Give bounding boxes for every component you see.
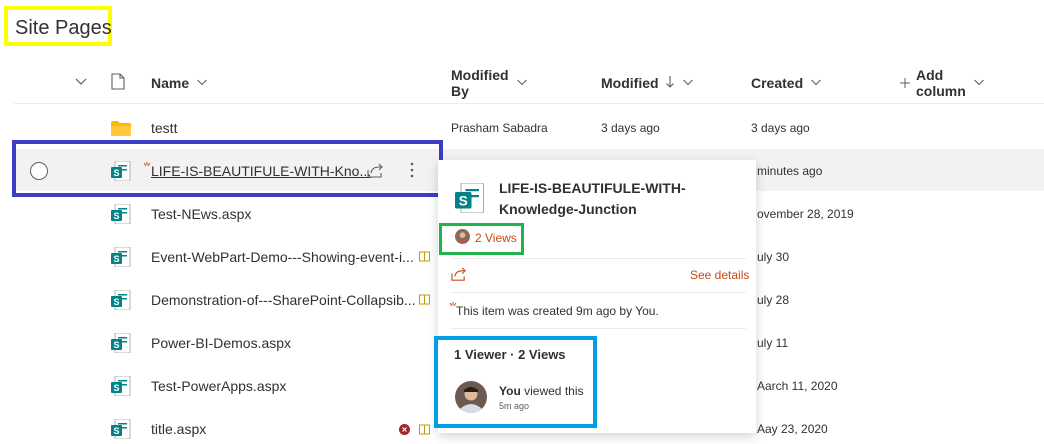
row-select-radio[interactable] xyxy=(29,161,49,186)
row-modified: 3 days ago xyxy=(601,121,660,135)
card-title[interactable]: LIFE-IS-BEAUTIFULE-WITH-Knowledge-Juncti… xyxy=(499,178,719,220)
row-name[interactable]: Test-PowerApps.aspx xyxy=(151,378,286,394)
viewer-time: 5m ago xyxy=(499,401,530,411)
share-icon[interactable] xyxy=(367,162,384,184)
checked-out-book-icon xyxy=(419,249,430,267)
avatar xyxy=(455,229,470,249)
see-details-link[interactable]: See details xyxy=(690,268,749,282)
svg-text:S: S xyxy=(113,297,119,307)
column-header-name[interactable]: Name xyxy=(151,66,208,100)
sharepoint-page-icon: S xyxy=(111,203,131,229)
row-created: uly 28 xyxy=(757,293,790,307)
row-created: minutes ago xyxy=(757,164,823,178)
folder-icon xyxy=(111,121,131,136)
plus-icon xyxy=(900,75,910,91)
row-name[interactable]: title.aspx xyxy=(151,421,206,437)
row-name[interactable]: Event-WebPart-Demo---Showing-event-i... xyxy=(151,249,414,265)
column-header-modified-label: Modified xyxy=(601,75,659,91)
svg-text:S: S xyxy=(113,383,119,393)
card-divider xyxy=(450,328,746,329)
row-name[interactable]: Test-NEws.aspx xyxy=(151,206,251,222)
chevron-down-icon xyxy=(196,75,208,91)
chevron-down-icon xyxy=(810,75,822,91)
row-name[interactable]: Demonstration-of---SharePoint-Collapsib.… xyxy=(151,292,416,308)
column-header-created-label: Created xyxy=(751,75,804,91)
svg-text:S: S xyxy=(113,211,119,221)
page-title: Site Pages xyxy=(15,17,112,39)
card-divider xyxy=(450,258,746,259)
sort-descending-icon xyxy=(665,75,675,92)
checked-out-book-icon xyxy=(419,292,430,310)
svg-text:S: S xyxy=(113,254,119,264)
svg-text:S: S xyxy=(113,426,119,436)
row-created: Aay 23, 2020 xyxy=(757,422,828,436)
row-created: uly 30 xyxy=(757,250,790,264)
card-divider xyxy=(450,292,746,293)
row-created: 3 days ago xyxy=(751,121,810,135)
sharepoint-page-icon: S xyxy=(111,160,131,186)
row-name-link[interactable]: LIFE-IS-BEAUTIFULE-WITH-Kno... xyxy=(151,163,371,179)
row-name[interactable]: testt xyxy=(151,120,177,136)
chevron-down-icon xyxy=(973,75,985,91)
viewer-name: You xyxy=(499,384,521,398)
column-header-created[interactable]: Created xyxy=(751,66,822,100)
row-created: Aarch 11, 2020 xyxy=(757,379,838,393)
column-header-name-label: Name xyxy=(151,75,190,91)
viewer-action: viewed this xyxy=(524,384,584,398)
viewer-stats[interactable]: 1 Viewer · 2 Views xyxy=(454,347,566,362)
sharepoint-page-icon: S xyxy=(111,418,131,444)
row-modified-by[interactable]: Prasham Sabadra xyxy=(451,121,548,135)
svg-text:S: S xyxy=(113,168,119,178)
svg-text:S: S xyxy=(113,340,119,350)
chevron-down-icon xyxy=(516,75,528,91)
row-name[interactable]: Power-BI-Demos.aspx xyxy=(151,335,291,351)
chevron-down-icon xyxy=(682,75,694,91)
row-created: uly 11 xyxy=(757,336,789,350)
select-all-chevron-icon[interactable] xyxy=(74,74,88,93)
error-icon xyxy=(399,422,410,440)
sharepoint-page-icon: S xyxy=(111,289,131,315)
new-spark-icon xyxy=(143,157,151,175)
sharepoint-page-icon: S xyxy=(111,246,131,272)
share-icon[interactable] xyxy=(451,267,467,287)
column-header-modified-by[interactable]: Modified By xyxy=(451,66,528,100)
views-count[interactable]: 2 Views xyxy=(475,231,517,245)
add-column-button[interactable]: Add column xyxy=(900,66,985,100)
avatar xyxy=(455,381,487,418)
checked-out-book-icon xyxy=(419,422,430,440)
row-created: ovember 28, 2019 xyxy=(757,207,854,221)
header-divider xyxy=(14,103,1044,104)
svg-text:S: S xyxy=(459,194,468,209)
more-icon[interactable] xyxy=(409,161,415,184)
column-header-modified[interactable]: Modified xyxy=(601,66,694,100)
sharepoint-page-icon: S xyxy=(455,182,485,218)
sharepoint-page-icon: S xyxy=(111,332,131,358)
sharepoint-page-icon: S xyxy=(111,375,131,401)
created-note: This item was created 9m ago by You. xyxy=(456,304,659,318)
add-column-label: Add column xyxy=(916,67,966,99)
file-type-header-icon[interactable] xyxy=(111,73,125,95)
viewer-activity: You viewed this xyxy=(499,384,584,398)
column-header-modified-by-label: Modified By xyxy=(451,67,509,99)
